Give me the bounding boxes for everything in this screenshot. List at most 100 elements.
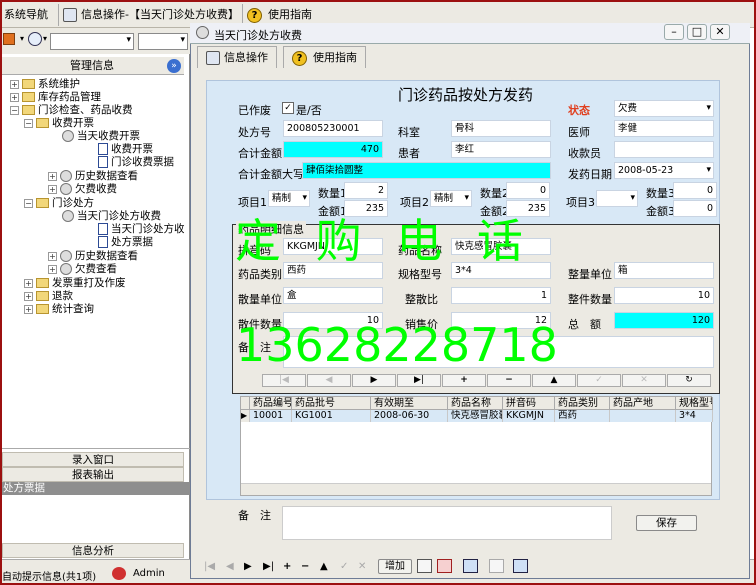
patient-field[interactable]: 李红	[451, 141, 551, 158]
remark-field[interactable]	[282, 506, 612, 540]
whole-qty-field[interactable]: 10	[614, 287, 714, 304]
nav-cancel-icon[interactable]: ✕	[358, 561, 366, 572]
grid-header[interactable]: 拼音码	[503, 397, 555, 410]
amt2-field[interactable]: 235	[506, 200, 550, 217]
last-record-button[interactable]: ▶|	[397, 374, 441, 387]
spec-field[interactable]: 3*4	[451, 262, 551, 279]
expand-icon[interactable]: +	[24, 291, 33, 301]
tree-item-receipts[interactable]: 门诊收费票据	[98, 156, 174, 168]
selected-list-item[interactable]: 处方票据	[0, 482, 190, 495]
price-field[interactable]: 12	[451, 312, 551, 329]
category-field[interactable]: 西药	[283, 262, 383, 279]
pencil-icon[interactable]	[3, 33, 15, 45]
item1-select[interactable]: 精制	[268, 190, 310, 207]
total-chinese-field[interactable]: 肆佰柒拾圆整	[302, 162, 551, 179]
tree-item-rx-receipts[interactable]: 处方票据	[98, 236, 153, 248]
expand-icon[interactable]: +	[48, 171, 57, 181]
grid-header[interactable]: 药品编号	[250, 397, 292, 410]
qty3-field[interactable]: 0	[673, 182, 717, 199]
qty2-field[interactable]: 0	[506, 182, 550, 199]
tab-window-info[interactable]: 信息操作	[197, 46, 277, 68]
tree-item-refund[interactable]: + 退款	[24, 290, 73, 302]
close-button[interactable]: ✕	[710, 24, 730, 40]
table-cell[interactable]: 西药	[555, 410, 610, 422]
next-record-button[interactable]: ▶	[352, 374, 396, 387]
ratio-field[interactable]: 1	[451, 287, 551, 304]
loose-unit-field[interactable]: 盒	[283, 287, 383, 304]
pinyin-field[interactable]: KKGMJN	[283, 238, 383, 255]
qty1-field[interactable]: 2	[344, 182, 388, 199]
dispense-date-field[interactable]: 2008-05-23	[614, 162, 714, 179]
rx-number-field[interactable]: 200805230001	[283, 120, 383, 137]
tree-item-history-1[interactable]: + 历史数据查看	[48, 170, 138, 182]
add-record-button[interactable]: +	[442, 374, 486, 387]
info-analysis-button[interactable]: 信息分析	[2, 543, 184, 558]
amt3-field[interactable]: 0	[673, 200, 717, 217]
nav-post-icon[interactable]: ✓	[340, 561, 348, 572]
add-button[interactable]: 增加	[378, 559, 412, 574]
tree-item-stock[interactable]: + 库存药品管理	[10, 91, 101, 103]
delete-record-button[interactable]: −	[487, 374, 531, 387]
tree-item-today-rx[interactable]: 当天门诊处方收费	[62, 210, 161, 222]
table-cell[interactable]: 3*4	[676, 410, 713, 422]
tree-item-today-rx-sub[interactable]: 当天门诊处方收	[98, 223, 185, 235]
save-button[interactable]: 保存	[636, 515, 697, 531]
table-cell[interactable]: 快克感冒胶囊	[448, 410, 503, 422]
status-select[interactable]: 欠费	[614, 100, 714, 117]
query-icon[interactable]	[513, 559, 528, 573]
edit-record-button[interactable]: ▲	[532, 374, 576, 387]
collapse-tree-icon[interactable]: −	[24, 198, 33, 208]
expand-icon[interactable]: +	[48, 264, 57, 274]
grid-header[interactable]: 规格型号	[676, 397, 713, 410]
total-amount-field[interactable]: 470	[283, 141, 383, 158]
item3-select[interactable]	[596, 190, 638, 207]
toolbar-combo-1[interactable]	[50, 33, 134, 50]
loose-qty-field[interactable]: 10	[283, 312, 383, 329]
grid-header[interactable]: 药品类别	[555, 397, 610, 410]
tree-item-today-billing[interactable]: 当天收费开票	[62, 130, 140, 142]
cancel-record-button[interactable]: ✕	[622, 374, 666, 387]
grid-header[interactable]: 药品批号	[292, 397, 371, 410]
export-icon[interactable]	[489, 559, 504, 573]
doctor-field[interactable]: 李健	[614, 120, 714, 137]
table-cell[interactable]: 2008-06-30	[371, 410, 448, 422]
prev-record-button[interactable]: ◀	[307, 374, 351, 387]
cashier-field[interactable]	[614, 141, 714, 158]
table-cell[interactable]: KG1001	[292, 410, 371, 422]
maximize-button[interactable]: □	[687, 24, 707, 40]
nav-last-icon[interactable]: ▶|	[263, 561, 274, 572]
print-icon[interactable]	[417, 559, 432, 573]
toolbar-combo-2[interactable]	[138, 33, 188, 50]
collapse-tree-icon[interactable]: −	[24, 118, 33, 128]
tree-item-billing-open[interactable]: 收费开票	[98, 143, 153, 155]
sum-field[interactable]: 120	[614, 312, 714, 329]
collapse-tree-icon[interactable]: −	[10, 105, 19, 115]
nav-prev-icon[interactable]: ◀	[226, 561, 234, 572]
tab-system-nav[interactable]: 系统导航	[2, 4, 48, 26]
collapse-icon[interactable]: »	[167, 59, 181, 73]
grid-scrollbar[interactable]	[241, 483, 711, 495]
grid-header[interactable]: 有效期至	[371, 397, 448, 410]
tree-item-system[interactable]: + 系统维护	[10, 78, 80, 90]
item2-select[interactable]: 精制	[430, 190, 472, 207]
tree-item-arrears-view[interactable]: + 欠费查看	[48, 263, 117, 275]
tab-window-guide[interactable]: ? 使用指南	[283, 46, 366, 68]
input-window-button[interactable]: 录入窗口	[2, 452, 184, 467]
drug-name-field[interactable]: 快克感冒胶囊	[451, 238, 551, 255]
first-record-button[interactable]: |◀	[262, 374, 306, 387]
tree-item-arrears-billing[interactable]: + 欠费收费	[48, 183, 117, 195]
expand-icon[interactable]: +	[48, 251, 57, 261]
nav-first-icon[interactable]: |◀	[204, 561, 215, 572]
chevron-down-icon[interactable]: ▾	[43, 34, 47, 43]
expand-icon[interactable]: +	[10, 92, 19, 102]
expand-icon[interactable]: +	[10, 79, 19, 89]
report-output-button[interactable]: 报表输出	[2, 467, 184, 482]
expand-icon[interactable]: +	[48, 184, 57, 194]
nav-edit-icon[interactable]: ▲	[320, 561, 328, 572]
void-checkbox[interactable]: ✓	[282, 102, 294, 114]
expand-icon[interactable]: +	[24, 278, 33, 288]
post-record-button[interactable]: ✓	[577, 374, 621, 387]
search-icon[interactable]	[28, 32, 42, 46]
print-preview-icon[interactable]	[437, 559, 452, 573]
table-cell[interactable]: KKGMJN	[503, 410, 555, 422]
